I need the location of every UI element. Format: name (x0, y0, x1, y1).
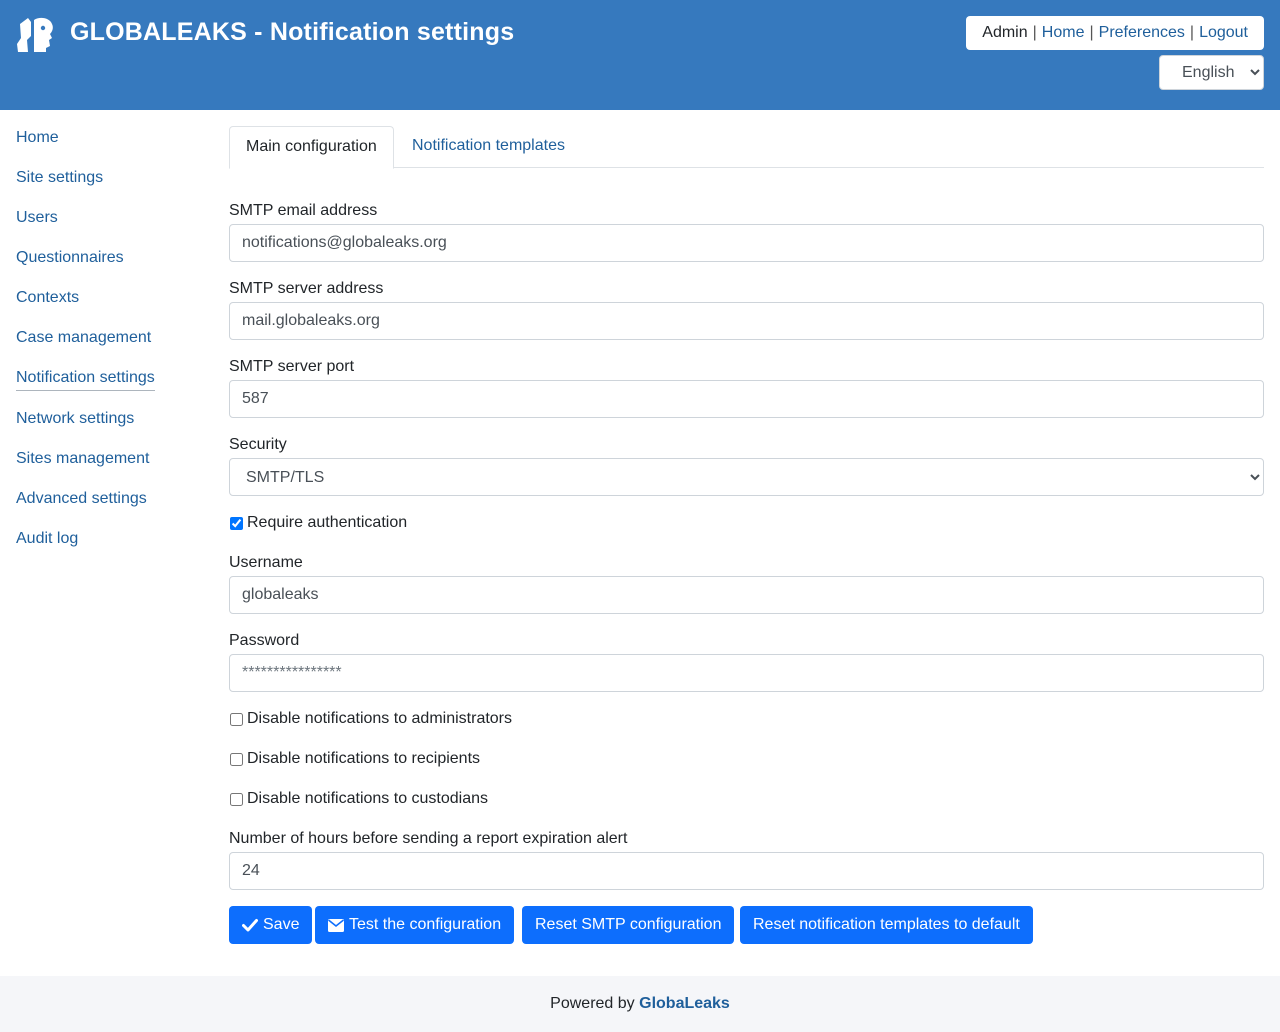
top-header: GLOBALEAKS - Notification settings Admin… (0, 0, 1280, 110)
envelope-icon (328, 918, 344, 932)
reset-templates-label: Reset notification templates to default (753, 916, 1020, 933)
smtp-server-label: SMTP server address (229, 280, 384, 297)
require-auth-label: Require authentication (247, 514, 408, 531)
separator: | (1089, 24, 1094, 41)
globaleaks-logo-icon (17, 17, 53, 53)
expiration-hours-label: Number of hours before sending a report … (229, 830, 628, 847)
smtp-email-input[interactable] (229, 224, 1264, 262)
user-role-label: Admin (982, 24, 1028, 41)
sidebar-item-questionnaires[interactable]: Questionnaires (16, 249, 124, 267)
footer: Powered by GlobaLeaks (0, 976, 1280, 1032)
expiration-hours-input[interactable] (229, 852, 1264, 890)
check-icon (242, 919, 258, 932)
footer-text: Powered by (550, 995, 635, 1012)
page-title: GLOBALEAKS - Notification settings (70, 18, 515, 46)
reset-smtp-label: Reset SMTP configuration (535, 916, 722, 933)
sidebar-item-case-management[interactable]: Case management (16, 329, 151, 347)
security-label: Security (229, 436, 287, 453)
language-select[interactable]: English (1159, 55, 1264, 90)
username-label: Username (229, 554, 303, 571)
test-configuration-button[interactable]: Test the configuration (315, 906, 515, 944)
sidebar-item-audit-log[interactable]: Audit log (16, 530, 78, 548)
smtp-port-label: SMTP server port (229, 358, 355, 375)
security-select[interactable]: SMTP/TLS (229, 458, 1264, 496)
home-link[interactable]: Home (1042, 24, 1085, 42)
disable-recipients-checkbox[interactable] (230, 752, 243, 766)
globaleaks-link[interactable]: GlobaLeaks (639, 995, 730, 1012)
tab-notification-templates[interactable]: Notification templates (396, 126, 581, 168)
sidebar-item-network-settings[interactable]: Network settings (16, 410, 134, 428)
password-input[interactable] (229, 654, 1264, 692)
reset-templates-button[interactable]: Reset notification templates to default (740, 906, 1033, 944)
sidebar-item-site-settings[interactable]: Site settings (16, 169, 103, 187)
disable-custodians-checkbox[interactable] (230, 792, 243, 806)
separator: | (1189, 24, 1195, 41)
username-input[interactable] (229, 576, 1264, 614)
require-auth-checkbox[interactable] (230, 516, 243, 530)
disable-admins-label: Disable notifications to administrators (247, 710, 513, 727)
require-auth-row: Require authentication (229, 514, 407, 532)
user-menu: Admin | Home | Preferences | Logout (966, 16, 1264, 50)
sidebar-item-home[interactable]: Home (16, 129, 59, 147)
test-configuration-label: Test the configuration (349, 916, 502, 933)
smtp-server-input[interactable] (229, 302, 1264, 340)
disable-admins-checkbox[interactable] (230, 712, 243, 726)
disable-custodians-row: Disable notifications to custodians (229, 790, 488, 808)
save-button[interactable]: Save (229, 906, 313, 944)
smtp-email-label: SMTP email address (229, 202, 378, 219)
smtp-port-input[interactable] (229, 380, 1264, 418)
tab-main-configuration[interactable]: Main configuration (229, 126, 394, 169)
password-label: Password (229, 632, 300, 649)
reset-smtp-button[interactable]: Reset SMTP configuration (522, 906, 735, 944)
save-button-label: Save (263, 916, 300, 933)
disable-admins-row: Disable notifications to administrators (229, 710, 512, 728)
sidebar-item-users[interactable]: Users (16, 209, 58, 227)
disable-recipients-label: Disable notifications to recipients (247, 750, 481, 767)
logout-link[interactable]: Logout (1199, 24, 1248, 42)
disable-custodians-label: Disable notifications to custodians (247, 790, 489, 807)
disable-recipients-row: Disable notifications to recipients (229, 750, 480, 768)
preferences-link[interactable]: Preferences (1099, 24, 1185, 42)
tab-bar: Main configuration Notification template… (229, 126, 1264, 169)
sidebar-item-contexts[interactable]: Contexts (16, 289, 79, 307)
sidebar-item-sites-management[interactable]: Sites management (16, 450, 149, 468)
sidebar-item-notification-settings[interactable]: Notification settings (16, 369, 155, 391)
sidebar-item-advanced-settings[interactable]: Advanced settings (16, 490, 147, 508)
separator: | (1032, 24, 1037, 41)
